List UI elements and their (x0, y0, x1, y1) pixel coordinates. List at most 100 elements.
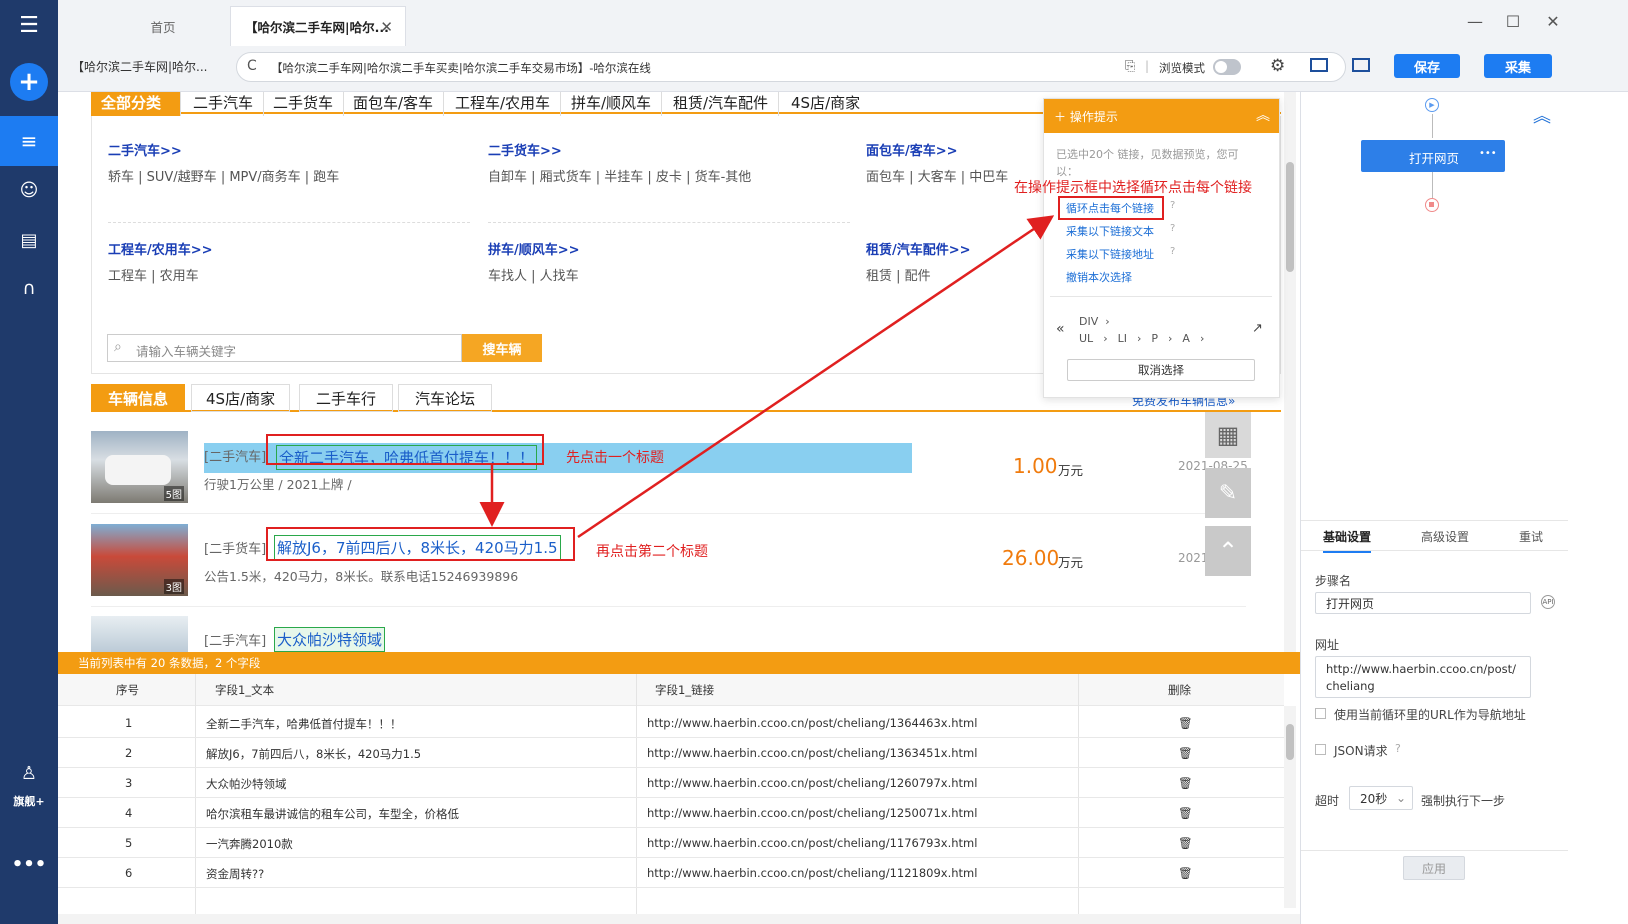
open-external-icon[interactable]: ↗ (1252, 321, 1263, 336)
collapse-up-icon[interactable]: ︽ (1533, 102, 1551, 128)
table-row[interactable]: 2 解放J6，7前四后八，8米长，420马力1.5 http://www.hae… (58, 738, 1284, 768)
tab-advanced-settings[interactable]: 高级设置 (1421, 528, 1469, 545)
maximize-icon[interactable]: ☐ (1502, 12, 1524, 34)
crumb-div[interactable]: DIV › (1079, 315, 1110, 328)
category-title[interactable]: 拼车/顺风车>> (488, 239, 580, 258)
option-collect-text[interactable]: 采集以下链接文本 (1066, 223, 1154, 239)
save-button[interactable]: 保存 (1394, 54, 1460, 78)
users-icon[interactable]: ☺ (0, 172, 58, 208)
crumb-p[interactable]: P (1151, 332, 1158, 345)
settings-gear-icon[interactable]: ⚙ (1270, 56, 1285, 76)
qr-code-icon[interactable]: ▦ (1205, 412, 1251, 458)
new-task-button[interactable]: + (0, 62, 58, 102)
page-scrollbar[interactable] (1284, 92, 1296, 652)
horizontal-scrollbar[interactable] (58, 914, 1300, 924)
json-request-checkbox[interactable] (1315, 744, 1326, 755)
table-scrollbar[interactable] (1284, 706, 1296, 908)
reload-icon[interactable]: C (247, 58, 257, 74)
crumb-a[interactable]: A (1182, 332, 1190, 345)
category-links[interactable]: 面包车 | 大客车 | 中巴车 (866, 166, 1008, 185)
tab-used-car[interactable]: 二手汽车 (183, 92, 265, 116)
category-links[interactable]: 自卸车 | 厢式货车 | 半挂车 | 皮卡 | 货车-其他 (488, 166, 751, 185)
timeout-select[interactable]: 20秒 ⌄ (1349, 786, 1413, 810)
document-icon[interactable]: ▤ (0, 222, 58, 258)
cancel-selection-button[interactable]: 取消选择 (1067, 359, 1255, 381)
category-links[interactable]: 车找人 | 人找车 (488, 265, 579, 284)
layout-right-icon[interactable] (1352, 58, 1370, 72)
browse-mode-toggle[interactable] (1213, 59, 1241, 75)
layout-bottom-icon[interactable] (1310, 58, 1328, 72)
table-row[interactable]: 5 一汽奔腾2010款 http://www.haerbin.ccoo.cn/p… (58, 828, 1284, 858)
help-icon[interactable]: ? (1170, 200, 1175, 211)
category-title[interactable]: 二手货车>> (488, 140, 562, 159)
address-bar[interactable]: C 【哈尔滨二手车网|哈尔滨二手车买卖|哈尔滨二手车交易市场】-哈尔滨在线 ⎘ … (236, 52, 1346, 82)
crumb-li[interactable]: LI (1118, 332, 1127, 345)
back-to-top-icon[interactable]: ⌃ (1205, 526, 1251, 576)
category-links[interactable]: 轿车 | SUV/越野车 | MPV/商务车 | 跑车 (108, 166, 339, 185)
tab-used-truck[interactable]: 二手货车 (263, 92, 345, 116)
tab-dealers[interactable]: 二手车行 (299, 384, 394, 412)
tab-4s-dealer[interactable]: 4S店/商家 (781, 92, 870, 116)
api-icon[interactable]: API (1541, 595, 1555, 609)
menu-toggle-icon[interactable]: ☰ (0, 8, 58, 42)
vehicle-search-input[interactable]: ⌕ 请输入车辆关键字 (107, 334, 462, 362)
listing-thumbnail[interactable] (91, 616, 188, 656)
help-icon[interactable]: ? (1395, 742, 1401, 755)
tab-vehicle-info[interactable]: 车辆信息 (91, 384, 185, 412)
trash-icon[interactable]: 🗑 (1178, 806, 1193, 820)
tab-4s-shops[interactable]: 4S店/商家 (191, 384, 291, 412)
tab-home[interactable]: 首页 (98, 6, 228, 46)
category-title[interactable]: 二手汽车>> (108, 140, 182, 159)
category-links[interactable]: 工程车 | 农用车 (108, 265, 199, 284)
tab-van-bus[interactable]: 面包车/客车 (343, 92, 445, 116)
table-row[interactable]: 6 资金周转?? http://www.haerbin.ccoo.cn/post… (58, 858, 1284, 888)
step-name-input[interactable]: 打开网页 (1315, 592, 1531, 614)
help-icon[interactable]: ? (1170, 246, 1175, 257)
option-collect-url[interactable]: 采集以下链接地址 (1066, 246, 1154, 262)
window-close-icon[interactable]: ✕ (1542, 12, 1564, 34)
help-icon[interactable]: ? (1170, 223, 1175, 234)
listing-title-link[interactable]: 大众帕沙特领域 (274, 627, 386, 652)
table-row[interactable]: 4 哈尔滨租车最讲诚信的租车公司，车型全，价格低 http://www.haer… (58, 798, 1284, 828)
tab-all-categories[interactable]: 全部分类 (91, 92, 181, 116)
trash-icon[interactable]: 🗑 (1178, 836, 1193, 850)
apply-button[interactable]: 应用 (1403, 856, 1465, 880)
trash-icon[interactable]: 🗑 (1178, 746, 1193, 760)
collapse-icon[interactable]: ︽ (1256, 105, 1270, 125)
tab-engineering[interactable]: 工程车/农用车 (445, 92, 562, 116)
task-list-icon[interactable]: ≡ (0, 116, 58, 166)
table-row[interactable]: 3 大众帕沙特领域 http://www.haerbin.ccoo.cn/pos… (58, 768, 1284, 798)
tab-forum[interactable]: 汽车论坛 (398, 384, 493, 412)
category-title[interactable]: 租赁/汽车配件>> (866, 239, 971, 258)
crumb-ul[interactable]: UL (1079, 332, 1093, 345)
flow-node-open-page[interactable]: 打开网页 ••• (1361, 140, 1505, 172)
category-title[interactable]: 面包车/客车>> (866, 140, 958, 159)
trash-icon[interactable]: 🗑 (1178, 776, 1193, 790)
tab-close-icon[interactable]: ✕ (380, 18, 393, 36)
tab-carpool[interactable]: 拼车/顺风车 (561, 92, 663, 116)
trash-icon[interactable]: 🗑 (1178, 716, 1193, 730)
tab-retry[interactable]: 重试 (1519, 528, 1543, 545)
page-source-icon[interactable]: ⎘ (1125, 59, 1135, 74)
wrench-icon[interactable]: ✎ (1205, 468, 1251, 518)
headset-icon[interactable]: ∩ (0, 270, 58, 306)
minimize-icon[interactable]: — (1464, 12, 1486, 34)
column-header: 字段1_文本 (215, 683, 275, 697)
trash-icon[interactable]: 🗑 (1178, 866, 1193, 880)
category-title[interactable]: 工程车/农用车>> (108, 239, 213, 258)
user-avatar-icon[interactable]: ♙ (0, 760, 58, 786)
table-row[interactable]: 1 全新二手汽车，哈弗低首付提车！！！ http://www.haerbin.c… (58, 708, 1284, 738)
tab-rental[interactable]: 租赁/汽车配件 (663, 92, 780, 116)
url-textarea[interactable]: http://www.haerbin.ccoo.cn/post/cheliang (1315, 656, 1531, 698)
collect-button[interactable]: 采集 (1484, 54, 1552, 78)
listing-thumbnail[interactable]: 3图 (91, 524, 188, 596)
search-vehicle-button[interactable]: 搜车辆 (462, 334, 542, 362)
use-loop-url-checkbox[interactable] (1315, 708, 1326, 719)
node-menu-icon[interactable]: ••• (1479, 148, 1497, 159)
category-links[interactable]: 租赁 | 配件 (866, 265, 931, 284)
double-chevron-left-icon[interactable]: « (1056, 321, 1065, 337)
more-icon[interactable]: ••• (0, 852, 58, 876)
option-undo[interactable]: 撤销本次选择 (1066, 269, 1132, 285)
listing-thumbnail[interactable]: 5图 (91, 431, 188, 503)
tab-current-page[interactable]: 【哈尔滨二手车网|哈尔... ✕ (230, 6, 406, 46)
